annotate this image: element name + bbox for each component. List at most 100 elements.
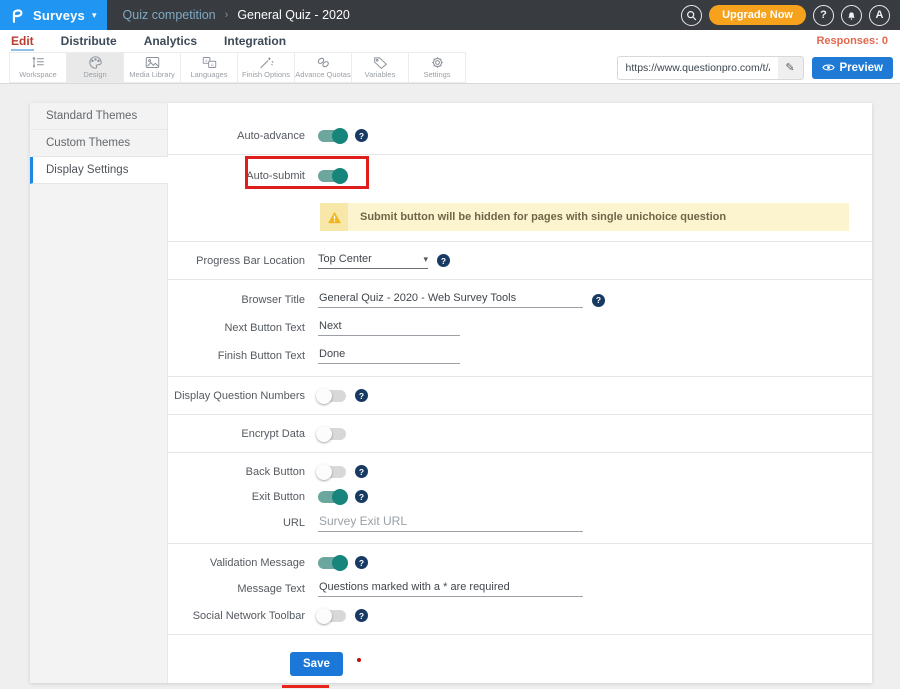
upgrade-now-button[interactable]: Upgrade Now [709,5,806,25]
divider [168,414,872,415]
auto-advance-toggle[interactable] [318,130,346,142]
toolbar-item-variables[interactable]: Variables [351,52,409,83]
toolbar-item-languages[interactable]: x A Languages [180,52,238,83]
progress-bar-location-value: Top Center [318,253,372,265]
message-text-input[interactable] [318,581,583,597]
search-icon [686,10,697,21]
message-text-label: Message Text [168,583,318,595]
social-network-toolbar-row: Social Network Toolbar ? [168,603,872,628]
magic-wand-icon [259,56,274,69]
breadcrumb-folder[interactable]: Quiz competition [123,8,216,22]
progress-bar-location-select[interactable]: Top Center ▾ [318,253,428,269]
auto-advance-row: Auto-advance ? [168,123,872,148]
sidebar-item-custom-themes[interactable]: Custom Themes [30,130,167,157]
toolbar-item-design[interactable]: Design [66,52,124,83]
finish-button-text-input[interactable] [318,348,460,364]
design-sidebar: Standard Themes Custom Themes Display Se… [30,103,168,683]
page-background: Standard Themes Custom Themes Display Se… [0,84,900,689]
display-settings-form: Auto-advance ? Auto-submit [168,103,872,683]
help-icon[interactable]: ? [355,465,368,478]
survey-url-input[interactable] [618,57,778,79]
translate-icon: x A [202,56,217,69]
display-question-numbers-toggle[interactable] [318,390,346,402]
annotation-underline [282,685,329,688]
image-icon [145,56,160,69]
divider [168,279,872,280]
toolbar-label: Advance Quotas [295,70,350,79]
help-icon[interactable]: ? [355,129,368,142]
next-button-text-input[interactable] [318,320,460,336]
edit-url-icon[interactable]: ✎ [778,61,803,74]
save-row: Save [168,647,872,681]
display-question-numbers-row: Display Question Numbers ? [168,383,872,408]
annotation-dot [357,658,361,662]
workspace-icon [31,56,46,69]
sidebar-item-standard-themes[interactable]: Standard Themes [30,103,167,130]
browser-title-row: Browser Title ? [168,286,872,314]
toolbar-item-media-library[interactable]: Media Library [123,52,181,83]
auto-submit-row: Auto-submit [168,161,872,191]
encrypt-data-toggle[interactable] [318,428,346,440]
auto-advance-label: Auto-advance [168,130,318,142]
preview-button[interactable]: Preview [812,57,893,79]
avatar[interactable]: A [869,5,890,26]
back-button-toggle[interactable] [318,466,346,478]
gear-icon [430,56,445,69]
palette-icon [88,56,103,69]
divider [168,543,872,544]
help-icon[interactable]: ? [355,556,368,569]
toolbar-item-advance-quotas[interactable]: Advance Quotas [294,52,352,83]
tab-edit[interactable]: Edit [11,32,34,51]
help-icon[interactable]: ? [355,609,368,622]
help-button[interactable]: ? [813,5,834,26]
validation-message-label: Validation Message [168,557,318,569]
svg-text:x: x [205,58,208,63]
toolbar-item-finish-options[interactable]: Finish Options [237,52,295,83]
survey-nav: Edit Distribute Analytics Integration Re… [0,30,900,52]
auto-submit-toggle[interactable] [318,170,346,182]
toolbar-label: Settings [423,70,450,79]
help-icon[interactable]: ? [355,389,368,402]
tab-analytics[interactable]: Analytics [144,32,197,51]
browser-title-label: Browser Title [168,294,318,306]
encrypt-data-row: Encrypt Data [168,421,872,446]
progress-bar-location-label: Progress Bar Location [168,255,318,267]
search-button[interactable] [681,5,702,26]
eye-icon [822,63,835,72]
design-toolbar: Workspace Design Media Library x A Langu… [0,52,900,84]
toolbar-label: Workspace [19,70,56,79]
toolbar-item-settings[interactable]: Settings [408,52,466,83]
header-actions: Upgrade Now ? A [681,5,900,26]
responses-count[interactable]: Responses: 0 [816,35,900,47]
tab-distribute[interactable]: Distribute [61,32,117,51]
divider [168,241,872,242]
warning-triangle-icon [327,211,342,224]
exit-url-input[interactable] [318,514,583,532]
toolbar-item-workspace[interactable]: Workspace [9,52,67,83]
browser-title-input[interactable] [318,292,583,308]
next-button-text-label: Next Button Text [168,322,318,334]
surveys-menu[interactable]: Surveys ▾ [0,0,107,30]
breadcrumb-survey-title: General Quiz - 2020 [237,8,350,22]
help-icon[interactable]: ? [592,294,605,307]
help-icon[interactable]: ? [355,490,368,503]
display-question-numbers-label: Display Question Numbers [168,390,318,402]
preview-label: Preview [840,62,883,74]
exit-button-toggle[interactable] [318,491,346,503]
help-icon[interactable]: ? [437,254,450,267]
save-button[interactable]: Save [290,652,343,676]
validation-message-toggle[interactable] [318,557,346,569]
survey-url-field: ✎ [617,56,804,80]
breadcrumb: Quiz competition › General Quiz - 2020 [123,8,350,22]
notifications-button[interactable] [841,5,862,26]
finish-button-text-row: Finish Button Text [168,342,872,370]
sidebar-item-display-settings[interactable]: Display Settings [30,157,168,184]
toolbar-label: Languages [190,70,227,79]
chevron-down-icon: ▾ [92,10,97,21]
exit-button-row: Exit Button ? [168,484,872,509]
social-network-toolbar-toggle[interactable] [318,610,346,622]
toolbar-label: Media Library [129,70,174,79]
tab-integration[interactable]: Integration [224,32,286,51]
toolbar-right: ✎ Preview [617,52,900,83]
auto-submit-label: Auto-submit [168,170,318,182]
